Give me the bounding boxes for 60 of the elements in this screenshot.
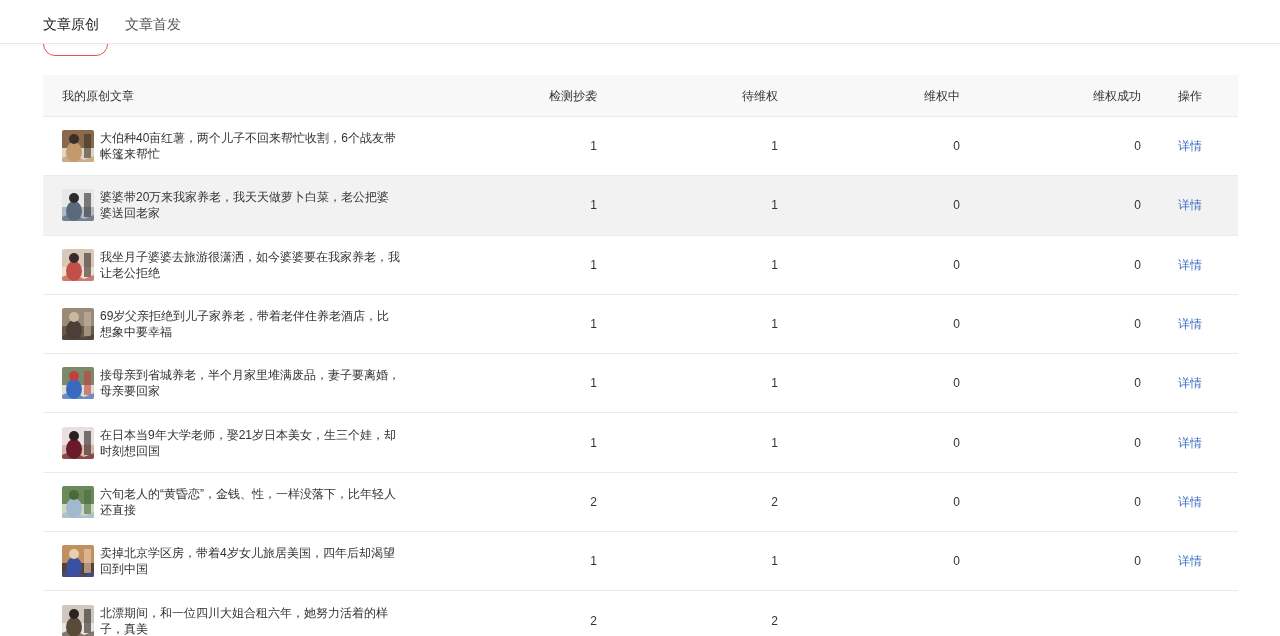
table-cell: 1 (771, 139, 778, 154)
tab[interactable]: 文章首发 (125, 14, 181, 35)
table-cell: 1 (771, 317, 778, 332)
table-cell: 0 (953, 494, 960, 509)
table-cell: 0 (953, 198, 960, 213)
column-header: 维权中 (923, 87, 960, 105)
article-title: 我坐月子婆婆去旅游很潇洒，如今婆婆要在我家养老，我让老公拒绝 (100, 248, 400, 281)
table-cell: 1 (771, 554, 778, 569)
details-link[interactable]: 详情 (1177, 554, 1202, 569)
details-link[interactable]: 详情 (1177, 257, 1202, 272)
article-title: 婆婆带20万来我家养老，我天天做萝卜白菜，老公把婆婆送回老家 (100, 189, 391, 222)
table-cell: 2 (590, 494, 597, 509)
table-cell: 0 (953, 257, 960, 272)
table-cell: 0 (1134, 435, 1141, 450)
table-row[interactable]: 婆婆带20万来我家养老，我天天做萝卜白菜，老公把婆婆送回老家 1 1 0 0 详情 (43, 176, 1238, 236)
table-cell: 1 (590, 435, 597, 450)
table-cell: 1 (590, 317, 597, 332)
table-cell: 1 (771, 198, 778, 213)
details-link[interactable]: 详情 (1177, 198, 1202, 213)
table-cell: 1 (590, 257, 597, 272)
details-link[interactable]: 详情 (1177, 139, 1202, 154)
article-title: 六旬老人的“黄昏恋”，金钱、性，一样没落下，比年轻人还直接 (100, 485, 397, 518)
table-cell: 2 (771, 613, 778, 628)
table-cell: 0 (1134, 139, 1141, 154)
article-title: 在日本当9年大学老师，娶21岁日本美女，生三个娃，却时刻想回国 (100, 426, 398, 459)
table-cell: 1 (771, 257, 778, 272)
column-header: 待维权 (741, 87, 778, 105)
article-title: 69岁父亲拒绝到儿子家养老，带着老伴住养老酒店，比想象中要幸福 (100, 308, 391, 341)
article-title: 北漂期间，和一位四川大姐合租六年，她努力活着的样子，真美 (100, 604, 389, 636)
table-cell: 0 (953, 317, 960, 332)
column-header: 检测抄袭 (548, 87, 597, 105)
table-cell: 1 (590, 554, 597, 569)
table-cell: 0 (953, 139, 960, 154)
article-title: 接母亲到省城养老，半个月家里堆满废品，妻子要离婚，母亲要回家 (100, 367, 400, 400)
table-cell: 0 (953, 376, 960, 391)
column-header: 我的原创文章 (61, 87, 135, 105)
table-cell: 1 (771, 376, 778, 391)
table-cell: 0 (1134, 554, 1141, 569)
column-header: 操作 (1176, 87, 1203, 105)
column-header: 维权成功 (1092, 87, 1141, 105)
table-cell: 0 (1134, 198, 1141, 213)
table-cell: 0 (953, 554, 960, 569)
table-cell: 2 (771, 494, 778, 509)
table-cell: 1 (771, 435, 778, 450)
details-link[interactable]: 详情 (1177, 317, 1202, 332)
table-cell: 0 (1134, 376, 1141, 391)
table-cell: 0 (953, 435, 960, 450)
table-cell: 2 (590, 613, 597, 628)
table-cell: 1 (590, 139, 597, 154)
table-cell: 0 (1134, 257, 1141, 272)
article-title: 卖掉北京学区房，带着4岁女儿旅居美国，四年后却渴望回到中国 (100, 545, 396, 578)
table-cell: 1 (590, 198, 597, 213)
table-cell: 0 (1134, 494, 1141, 509)
article-title: 大伯种40亩红薯，两个儿子不回来帮忙收割，6个战友带帐篷来帮忙 (100, 130, 398, 163)
details-link[interactable]: 详情 (1177, 494, 1202, 509)
table-cell: 0 (1134, 317, 1141, 332)
tab[interactable]: 文章原创 (43, 14, 99, 35)
details-link[interactable]: 详情 (1177, 376, 1202, 391)
table-cell: 1 (590, 376, 597, 391)
details-link[interactable]: 详情 (1177, 435, 1202, 450)
